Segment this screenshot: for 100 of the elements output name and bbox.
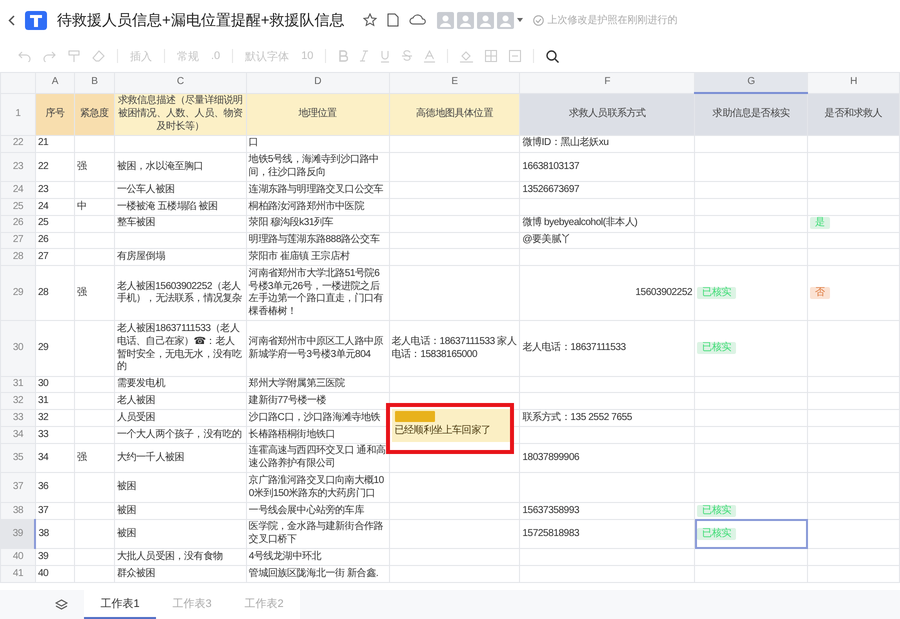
table-cell: 大约一千人被困	[114, 443, 246, 473]
table-cell: 25	[35, 215, 74, 232]
row-number[interactable]: 32	[0, 392, 36, 410]
table-cell: 群众被困	[114, 566, 246, 582]
check-circle-icon	[532, 14, 544, 26]
row-number[interactable]: 39	[0, 519, 36, 549]
decimal-button[interactable]: .0	[211, 50, 220, 62]
avatar-icon[interactable]	[436, 12, 454, 28]
format-painter-icon[interactable]	[68, 50, 80, 62]
table-cell: 40	[35, 566, 74, 582]
row-number[interactable]: 28	[0, 248, 36, 266]
row-number[interactable]: 29	[0, 266, 36, 321]
table-cell: 大批人员受困，没有食物	[114, 548, 246, 566]
column-header[interactable]: H	[808, 72, 900, 93]
table-cell: 强	[74, 266, 114, 321]
row-number[interactable]: 37	[0, 472, 36, 503]
document-title: 待救援人员信息+漏电位置提醒+救援队信息	[57, 10, 345, 30]
strikethrough-icon[interactable]	[402, 50, 412, 62]
table-cell: 京广路淮河路交叉口向南大概100米到150米路东的大药房门口	[246, 472, 390, 503]
column-header[interactable]: B	[74, 72, 114, 93]
table-cell: 38	[35, 519, 74, 549]
row-number[interactable]: 27	[0, 232, 36, 249]
merge-cells-icon[interactable]	[509, 50, 522, 62]
cloud-icon[interactable]	[408, 14, 427, 26]
row-number[interactable]: 24	[0, 182, 36, 199]
row-number[interactable]: 30	[0, 320, 36, 376]
number-format-menu[interactable]: 常规	[177, 48, 199, 64]
row-number[interactable]: 41	[0, 566, 36, 582]
row-number[interactable]: 40	[0, 548, 36, 566]
document-icon[interactable]	[386, 13, 399, 27]
column-header[interactable]: G	[694, 72, 808, 93]
row-number[interactable]: 22	[0, 135, 36, 152]
table-cell: 15603902252	[520, 266, 695, 321]
column-header[interactable]: F	[520, 72, 695, 93]
font-size-menu[interactable]: 10	[301, 50, 314, 62]
sheet-tab[interactable]: 工作表3	[156, 590, 228, 619]
status-tag: 是	[810, 217, 830, 230]
table-cell: 15725818983	[520, 519, 695, 549]
underline-icon[interactable]	[380, 50, 390, 62]
column-header[interactable]: C	[114, 72, 246, 93]
insert-menu[interactable]: 插入	[130, 48, 152, 64]
table-cell: 整车被困	[114, 215, 246, 232]
table-cell: 强	[74, 443, 114, 473]
caret-icon[interactable]	[516, 18, 523, 22]
table-cell: @要美腻丫	[520, 232, 695, 249]
font-menu[interactable]: 默认字体	[245, 48, 290, 64]
table-cell: 郑州大学附属第三医院	[246, 376, 390, 393]
row-number[interactable]: 25	[0, 198, 36, 216]
table-cell: 32	[35, 410, 74, 427]
sheet-tab[interactable]: 工作表2	[228, 590, 300, 619]
table-cell: 15637358993	[520, 502, 695, 520]
table-cell: 39	[35, 548, 74, 566]
row-number[interactable]: 31	[0, 376, 36, 393]
table-cell: 河南省郑州市大学北路51号院6号楼3单元26号，一楼进院之后左手边第一个路口直走，门口有棵香椿树！	[246, 266, 390, 321]
column-header[interactable]: A	[35, 72, 74, 93]
row-number[interactable]: 38	[0, 502, 36, 520]
column-header[interactable]: D	[246, 72, 390, 93]
table-cell: 24	[35, 198, 74, 216]
table-cell: 23	[35, 182, 74, 199]
row-number[interactable]: 26	[0, 215, 36, 232]
table-cell: 30	[35, 376, 74, 393]
status-tag: 已核实	[697, 528, 736, 540]
back-icon[interactable]	[8, 14, 15, 26]
star-icon[interactable]	[362, 13, 377, 27]
table-cell: 联系方式：135 2552 7655	[520, 410, 695, 427]
text-color-icon[interactable]	[424, 50, 436, 62]
table-cell: 28	[35, 266, 74, 321]
avatar-icon[interactable]	[456, 12, 474, 28]
sheet-tab[interactable]: 工作表1	[84, 590, 156, 619]
column-header[interactable]: E	[389, 72, 520, 93]
table-cell: 老人被困15603902252（老人手机），无法联系，情况复杂	[114, 266, 246, 321]
table-cell: 18037899906	[520, 443, 695, 473]
redo-icon[interactable]	[43, 50, 56, 62]
table-cell: 管城回族区陇海北一街 新合鑫.	[246, 566, 390, 582]
row-number[interactable]: 33	[0, 410, 36, 427]
table-cell: 老人电话：18637111533 家人电话：15838165000	[389, 320, 520, 376]
header-cell: 是否和求救人	[808, 93, 900, 136]
bold-icon[interactable]	[338, 50, 348, 62]
eraser-icon[interactable]	[92, 50, 105, 62]
table-cell: 医学院，金水路与建新街合作路交叉口桥下	[246, 519, 390, 549]
search-icon[interactable]	[546, 50, 560, 62]
header-cell: 求救信息描述（尽量详细说明被困情况、人数、人员、物资及时长等）	[114, 93, 246, 136]
italic-icon[interactable]	[360, 50, 368, 62]
header-cell: 序号	[35, 93, 74, 136]
row-number[interactable]: 34	[0, 426, 36, 444]
table-cell: 河南省郑州市中原区工人路中原新城学府一号3号楼3单元804	[246, 320, 390, 376]
row-number[interactable]: 23	[0, 152, 36, 182]
table-cell: 一公车人被困	[114, 182, 246, 199]
borders-icon[interactable]	[485, 50, 498, 62]
row-number[interactable]: 1	[0, 93, 36, 136]
layers-icon[interactable]	[55, 598, 68, 610]
table-cell: 被困	[114, 472, 246, 503]
table-cell: 被困	[114, 502, 246, 520]
undo-icon[interactable]	[18, 50, 31, 62]
row-number[interactable]: 35	[0, 443, 36, 473]
header-cell: 求救人员联系方式	[520, 93, 695, 136]
table-cell: 一个大人两个孩子，没有吃的	[114, 426, 246, 444]
table-cell: 老人电话：18637111533	[520, 320, 695, 376]
fill-color-icon[interactable]	[460, 50, 474, 62]
avatar-icon[interactable]	[476, 12, 494, 28]
